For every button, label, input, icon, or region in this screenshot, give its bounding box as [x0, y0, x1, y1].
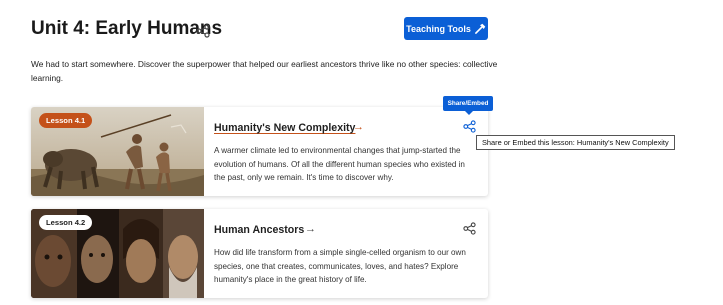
share-tooltip: Share or Embed this lesson: Humanity's N…: [476, 135, 675, 150]
lesson-card-4-2[interactable]: Lesson 4.2 Human Ancestors → How did lif…: [31, 209, 488, 298]
arrow-right-icon[interactable]: →: [353, 121, 364, 133]
arrow-right-icon[interactable]: →: [305, 223, 316, 235]
share-icon[interactable]: [463, 120, 476, 133]
lesson-badge: Lesson 4.1: [39, 113, 93, 128]
share-icon[interactable]: [196, 24, 210, 38]
teaching-tools-label: Teaching Tools: [406, 23, 471, 34]
share-icon[interactable]: [463, 222, 476, 235]
lesson-title[interactable]: Humanity's New Complexity: [214, 122, 355, 134]
hammer-icon: [474, 23, 486, 34]
share-embed-badge: Share/Embed: [443, 96, 493, 115]
lesson-title[interactable]: Human Ancestors: [214, 224, 304, 236]
lesson-description: How did life transform from a simple sin…: [214, 248, 466, 284]
unit-intro: We had to start somewhere. Discover the …: [31, 59, 498, 83]
page-title: Unit 4: Early Humans: [31, 18, 223, 39]
lesson-card-4-1[interactable]: Lesson 4.1 Humanity's New Complexity → A…: [31, 107, 488, 196]
lesson-description: A warmer climate led to environmental ch…: [214, 146, 465, 182]
lesson-badge: Lesson 4.2: [39, 215, 93, 230]
teaching-tools-button[interactable]: Teaching Tools: [404, 17, 488, 40]
